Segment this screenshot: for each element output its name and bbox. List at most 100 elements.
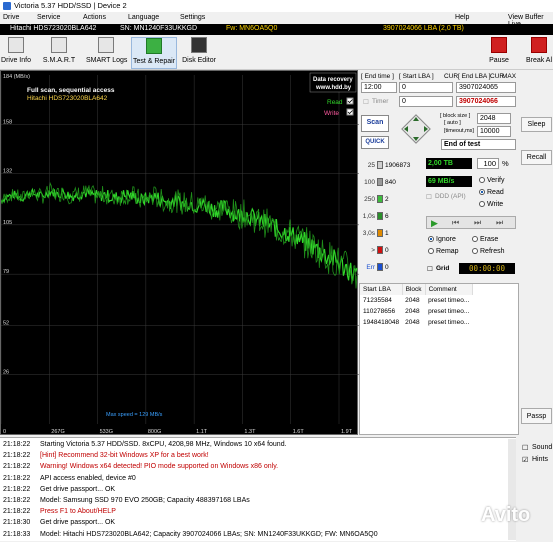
playback-controls: ▶ ⏮ ⏭ ⏭ xyxy=(426,216,516,229)
log-message: Model: Hitachi HDS723020BLA642; Capacity… xyxy=(40,530,378,538)
row-block: 2048 xyxy=(405,308,420,315)
menu-settings[interactable]: Settings xyxy=(180,14,205,21)
recall-button[interactable]: Recall xyxy=(521,150,552,165)
block-stat-count: 0 xyxy=(385,264,389,271)
skip-end-icon[interactable]: ⏭ xyxy=(496,218,503,228)
break-all-label: Break Al xyxy=(525,57,553,64)
drive-info-label: Drive Info xyxy=(1,57,31,64)
x-tick-label: 1.9T xyxy=(341,429,353,435)
verify-label: Verify xyxy=(487,177,505,184)
menu-actions[interactable]: Actions xyxy=(83,14,106,21)
end-lba-max-value: 3907024066 xyxy=(456,96,516,107)
table-row[interactable]: 1948418048 2048 preset timeo... xyxy=(360,317,472,328)
row-start-lba: 1948418048 xyxy=(363,319,400,326)
drive-serial: SN: MN1240F33UKKGD xyxy=(120,25,198,32)
direction-pad[interactable] xyxy=(399,112,433,146)
logo-line-2: www.hdd.by xyxy=(315,85,352,91)
table-header-row: Start LBA Block Comment xyxy=(360,284,473,295)
elapsed-clock: 00:00:00 xyxy=(459,263,515,274)
menu-bar: Drive Service Actions Language Settings … xyxy=(0,12,553,28)
avito-watermark: Avito xyxy=(445,500,549,532)
y-tick-label: 158 xyxy=(3,119,12,125)
timer-label: Timer xyxy=(372,98,389,105)
write-radio[interactable]: Write xyxy=(479,201,503,208)
smart-button[interactable]: S.M.A.R.T xyxy=(42,37,76,67)
ddd-api-checkbox[interactable]: ☐ xyxy=(426,193,432,201)
read-legend-label: Read xyxy=(327,99,343,106)
end-of-test-select[interactable]: End of test xyxy=(441,139,516,150)
speed-graph-canvas: 184 (MB/s) 158 132 105 79 52 26 0 267G 533G 800G… xyxy=(1,72,359,435)
verify-radio[interactable]: Verify xyxy=(479,177,505,184)
play-icon[interactable]: ▶ xyxy=(431,218,438,229)
drive-info-button[interactable]: Drive Info xyxy=(0,37,32,67)
block-stat-count: 6 xyxy=(385,213,389,220)
menu-language[interactable]: Language xyxy=(128,14,159,21)
block-stat-count: 840 xyxy=(385,179,396,186)
ignore-radio[interactable]: Ignore xyxy=(428,236,456,243)
table-row[interactable]: 71235584 2048 preset timeo... xyxy=(360,295,472,306)
end-time-input[interactable]: 12:00 xyxy=(361,82,397,93)
quick-button[interactable]: QUICK xyxy=(361,136,389,149)
block-stat-label: 100 xyxy=(364,179,375,186)
y-tick-label: 105 xyxy=(3,220,12,226)
read-label: Read xyxy=(487,189,504,196)
log-time: 21:18:22 xyxy=(3,474,31,482)
x-tick-label: 0 xyxy=(3,429,6,435)
drive-info-strip: Hitachi HDS723020BLA642 SN: MN1240F33UKK… xyxy=(0,24,553,35)
avito-wordmark: Avito xyxy=(481,504,531,526)
timeout-select[interactable]: 10000 xyxy=(477,126,511,137)
row-comment: preset timeo... xyxy=(428,319,470,326)
disk-editor-button[interactable]: Disk Editor xyxy=(180,37,218,67)
block-stat-count: 0 xyxy=(385,247,389,254)
drive-icon xyxy=(8,37,24,53)
block-stat-count: 1 xyxy=(385,230,389,237)
scan-button[interactable]: Scan xyxy=(361,115,389,132)
block-stat-swatch xyxy=(377,229,383,237)
refresh-radio[interactable]: Refresh xyxy=(472,248,505,255)
step-back-icon[interactable]: ⏮ xyxy=(452,218,459,228)
write-checkbox[interactable] xyxy=(346,108,354,116)
refresh-label: Refresh xyxy=(480,248,505,255)
block-stat-label: 25 xyxy=(367,162,375,169)
block-size-auto[interactable]: [ auto ] xyxy=(444,120,461,126)
log-time: 21:18:22 xyxy=(3,441,31,448)
log-time: 21:18:22 xyxy=(3,497,31,504)
read-radio[interactable]: Read xyxy=(479,189,504,196)
passp-button[interactable]: Passp xyxy=(521,408,552,424)
hints-checkbox[interactable]: ☑ xyxy=(522,456,528,464)
defect-lba-grid: Start LBA Block Comment 71235584 2048 pr… xyxy=(360,284,473,328)
log-message: Warning! Windows x64 detected! PIO mode … xyxy=(40,463,279,471)
start-lba-input[interactable]: 0 xyxy=(399,82,453,93)
block-stat-label: 3,0s xyxy=(362,230,375,237)
read-checkbox[interactable] xyxy=(346,97,354,105)
smart-logs-button[interactable]: SMART Logs xyxy=(86,37,127,67)
grid-checkbox[interactable]: ☐ xyxy=(427,265,433,273)
sound-checkbox[interactable]: ☐ xyxy=(522,444,528,452)
start-lba-label: [ Start LBA ] xyxy=(399,73,434,80)
logs-icon xyxy=(98,37,114,53)
timer-input[interactable]: 0 xyxy=(399,96,453,107)
menu-help[interactable]: Help xyxy=(455,14,469,21)
log-time: 21:18:22 xyxy=(3,485,31,493)
erase-radio[interactable]: Erase xyxy=(472,236,498,243)
timer-checkbox[interactable]: ☐ xyxy=(363,98,369,106)
smart-icon xyxy=(51,37,67,53)
x-tick-label: 533G xyxy=(100,429,113,435)
menu-service[interactable]: Service xyxy=(37,14,60,21)
end-lba-input[interactable]: 3907024065 xyxy=(456,82,516,93)
log-message: API access enabled, device #0 xyxy=(40,474,136,482)
pause-button[interactable]: Pause xyxy=(485,37,513,67)
sleep-button[interactable]: Sleep xyxy=(521,117,552,132)
break-all-button[interactable]: Break Al xyxy=(525,37,553,67)
test-repair-button[interactable]: Test & Repair xyxy=(131,37,177,69)
remap-radio[interactable]: Remap xyxy=(428,248,459,255)
step-forward-icon[interactable]: ⏭ xyxy=(474,218,481,228)
log-message: Get drive passport... OK xyxy=(40,485,116,493)
x-tick-label: 800G xyxy=(148,429,161,435)
y-tick-labels: 158 132 105 79 52 26 xyxy=(3,119,12,375)
smart-label: S.M.A.R.T xyxy=(42,57,76,64)
drive-firmware: Fw: MN6OA5Q0 xyxy=(226,25,278,32)
table-row[interactable]: 110278656 2048 preset timeo... xyxy=(360,306,472,317)
block-size-select[interactable]: 2048 xyxy=(477,113,511,124)
menu-drive[interactable]: Drive xyxy=(3,14,19,21)
